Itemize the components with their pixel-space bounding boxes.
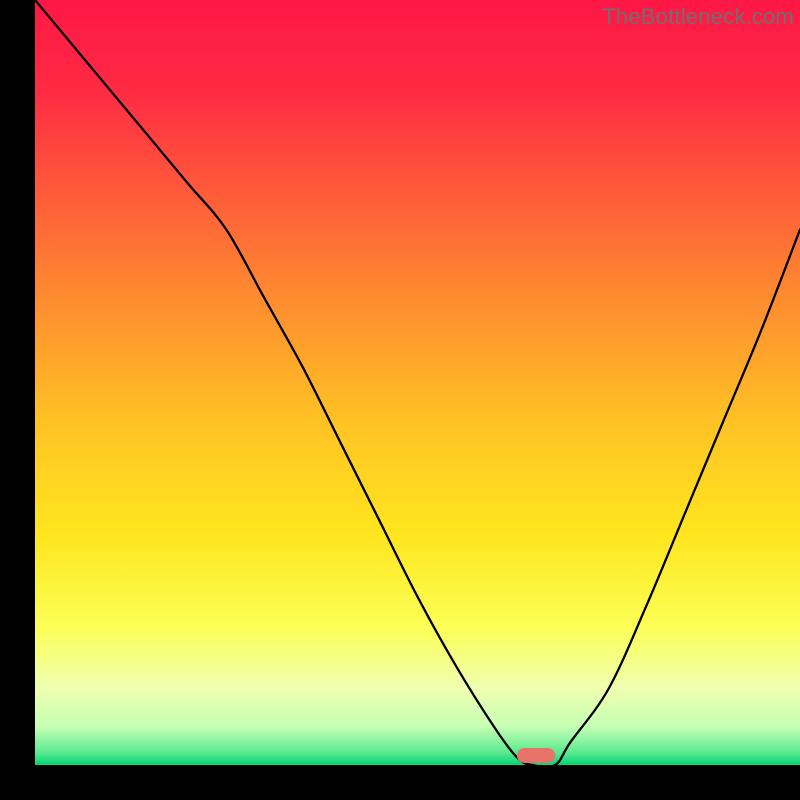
bottleneck-curve [35, 0, 800, 765]
watermark-text: TheBottleneck.com [602, 4, 794, 30]
plot-area [35, 0, 800, 765]
chart-frame: TheBottleneck.com [0, 0, 800, 800]
bottleneck-curve-svg [35, 0, 800, 765]
optimal-marker [517, 748, 555, 763]
